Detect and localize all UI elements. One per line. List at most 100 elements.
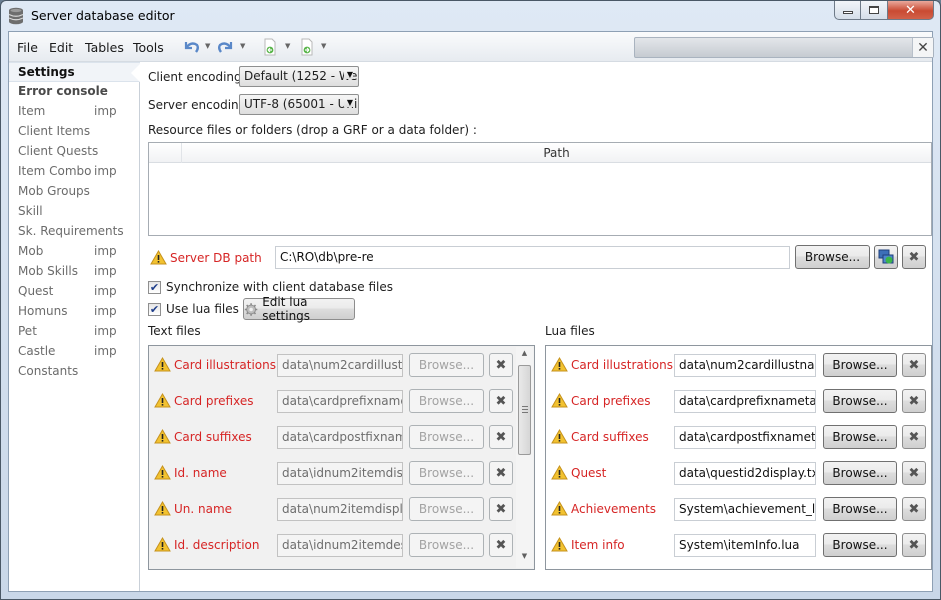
use-lua-checkbox-row[interactable]: ✔ Use lua files xyxy=(148,302,239,316)
undo-dropdown-icon[interactable]: ▼ xyxy=(205,42,210,50)
sidebar-item-pet[interactable]: Pet imp xyxy=(9,322,140,342)
sidebar-item-item[interactable]: Item imp xyxy=(9,102,140,122)
sidebar-item-quest[interactable]: Quest imp xyxy=(9,282,140,302)
file-path-input[interactable]: data\num2cardillustnametable.txt xyxy=(674,354,816,377)
file-path-input[interactable]: data\num2cardillustnametable.txt xyxy=(277,354,403,377)
file-label: Item info xyxy=(551,537,625,552)
file-path-input[interactable]: data\questid2display.txt xyxy=(674,462,816,485)
server-encoding-select[interactable]: UTF-8 (65001 - Unicode) ▼ xyxy=(239,94,359,115)
sync-checkbox-row[interactable]: ✔ Synchronize with client database files xyxy=(148,280,393,294)
server-db-clear-button[interactable]: ✖ xyxy=(902,245,926,269)
resources-grid[interactable]: Path xyxy=(148,142,932,236)
sidebar-item-label: Item xyxy=(18,104,46,118)
file-path-value: data\idnum2itemdesctable.txt xyxy=(282,538,402,552)
file-remove-button[interactable]: ✖ xyxy=(489,533,513,557)
file-browse-button[interactable]: Browse... xyxy=(823,533,897,557)
file-path-value: data\questid2display.txt xyxy=(679,466,816,480)
sidebar-item-client-items[interactable]: Client Items xyxy=(9,122,140,142)
sidebar-item-error-console[interactable]: Error console xyxy=(9,82,140,102)
file-browse-button[interactable]: Browse... xyxy=(823,497,897,521)
file-path-input[interactable]: data\cardprefixnametable.txt xyxy=(674,390,816,413)
file-browse-button[interactable]: Browse... xyxy=(823,353,897,377)
redo-dropdown-icon[interactable]: ▼ xyxy=(240,42,245,50)
nav-back-button[interactable] xyxy=(261,38,279,56)
minimize-button[interactable] xyxy=(834,1,861,20)
title-bar[interactable]: Server database editor ✕ xyxy=(1,1,940,31)
use-lua-checkbox[interactable]: ✔ xyxy=(148,302,161,316)
sidebar-item-label: Constants xyxy=(18,364,79,378)
file-browse-button[interactable]: Browse... xyxy=(823,425,897,449)
edit-lua-settings-button[interactable]: Edit lua settings xyxy=(243,295,355,323)
file-remove-button[interactable]: ✖ xyxy=(902,425,926,449)
file-remove-button[interactable]: ✖ xyxy=(489,389,513,413)
scroll-up-icon[interactable]: ▲ xyxy=(516,349,533,363)
sidebar-item-constants[interactable]: Constants xyxy=(9,362,140,382)
file-remove-button[interactable]: ✖ xyxy=(902,461,926,485)
sidebar-item-client-quests[interactable]: Client Quests xyxy=(9,142,140,162)
file-browse-button[interactable]: Browse... xyxy=(409,461,484,485)
close-button[interactable]: ✕ xyxy=(888,1,934,20)
scroll-down-icon[interactable]: ▼ xyxy=(516,552,533,566)
maximize-button[interactable] xyxy=(861,1,888,20)
menu-tools[interactable]: Tools xyxy=(133,40,164,55)
file-browse-button[interactable]: Browse... xyxy=(409,497,484,521)
remove-icon: ✖ xyxy=(495,429,507,445)
chevron-down-icon: ▼ xyxy=(343,98,353,107)
nav-back-icon xyxy=(264,38,276,56)
file-label-text: Card illustrations xyxy=(174,357,276,372)
file-remove-button[interactable]: ✖ xyxy=(902,353,926,377)
browse-label: Browse... xyxy=(832,466,888,480)
sidebar-item-settings[interactable]: Settings xyxy=(9,62,141,83)
file-remove-button[interactable]: ✖ xyxy=(489,461,513,485)
file-browse-button[interactable]: Browse... xyxy=(823,461,897,485)
file-remove-button[interactable]: ✖ xyxy=(902,389,926,413)
sidebar-item-item-combo[interactable]: Item Combo imp xyxy=(9,162,140,182)
nav-forward-button[interactable] xyxy=(298,38,316,56)
file-browse-button[interactable]: Browse... xyxy=(409,389,484,413)
search-input[interactable]: ✕ xyxy=(634,37,934,58)
file-remove-button[interactable]: ✖ xyxy=(489,497,513,521)
menu-file[interactable]: File xyxy=(17,40,38,55)
menu-tables[interactable]: Tables xyxy=(85,40,124,55)
file-path-value: data\num2cardillustnametable.txt xyxy=(282,358,403,372)
file-remove-button[interactable]: ✖ xyxy=(902,497,926,521)
sync-checkbox[interactable]: ✔ xyxy=(148,280,161,294)
file-browse-button[interactable]: Browse... xyxy=(409,353,484,377)
file-path-input[interactable]: data\num2itemdisplaynametable.txt xyxy=(277,498,403,521)
server-db-connect-button[interactable] xyxy=(874,245,898,269)
file-path-input[interactable]: data\cardprefixnametable.txt xyxy=(277,390,403,413)
file-browse-button[interactable]: Browse... xyxy=(823,389,897,413)
file-path-input[interactable]: data\cardpostfixnametable.txt xyxy=(674,426,816,449)
scrollbar-thumb[interactable] xyxy=(518,365,531,455)
file-remove-button[interactable]: ✖ xyxy=(902,533,926,557)
sidebar-item-sk-requirements[interactable]: Sk. Requirements xyxy=(9,222,140,242)
file-browse-button[interactable]: Browse... xyxy=(409,533,484,557)
file-label: Card prefixes xyxy=(551,393,650,408)
redo-button[interactable] xyxy=(217,38,235,56)
file-path-input[interactable]: System\itemInfo.lua xyxy=(674,534,816,557)
sidebar-item-mob-groups[interactable]: Mob Groups xyxy=(9,182,140,202)
sidebar-item-castle[interactable]: Castle imp xyxy=(9,342,140,362)
file-path-input[interactable]: System\achievement_list.lub xyxy=(674,498,816,521)
sidebar-item-skill[interactable]: Skill xyxy=(9,202,140,222)
nav-back-dropdown-icon[interactable]: ▼ xyxy=(285,42,290,50)
grid-column-path[interactable]: Path xyxy=(182,146,931,160)
file-path-input[interactable]: data\idnum2itemdesctable.txt xyxy=(277,534,403,557)
file-remove-button[interactable]: ✖ xyxy=(489,353,513,377)
file-path-input[interactable]: data\idnum2itemdisplaynametable.txt xyxy=(277,462,403,485)
text-files-scrollbar[interactable]: ▲ ▼ xyxy=(516,347,533,568)
search-clear-button[interactable]: ✕ xyxy=(912,38,933,57)
file-browse-button[interactable]: Browse... xyxy=(409,425,484,449)
client-encoding-select[interactable]: Default (1252 - Western European) ▼ xyxy=(239,66,359,87)
remove-icon: ✖ xyxy=(908,429,920,445)
file-remove-button[interactable]: ✖ xyxy=(489,425,513,449)
server-db-browse-button[interactable]: Browse... xyxy=(795,245,870,269)
sidebar-item-mob-skills[interactable]: Mob Skills imp xyxy=(9,262,140,282)
server-db-path-input[interactable]: C:\RO\db\pre-re xyxy=(275,246,790,269)
sidebar-item-mob[interactable]: Mob imp xyxy=(9,242,140,262)
file-path-input[interactable]: data\cardpostfixnametable.txt xyxy=(277,426,403,449)
nav-forward-dropdown-icon[interactable]: ▼ xyxy=(321,42,326,50)
undo-button[interactable] xyxy=(182,38,200,56)
menu-edit[interactable]: Edit xyxy=(49,40,73,55)
sidebar-item-homuns[interactable]: Homuns imp xyxy=(9,302,140,322)
